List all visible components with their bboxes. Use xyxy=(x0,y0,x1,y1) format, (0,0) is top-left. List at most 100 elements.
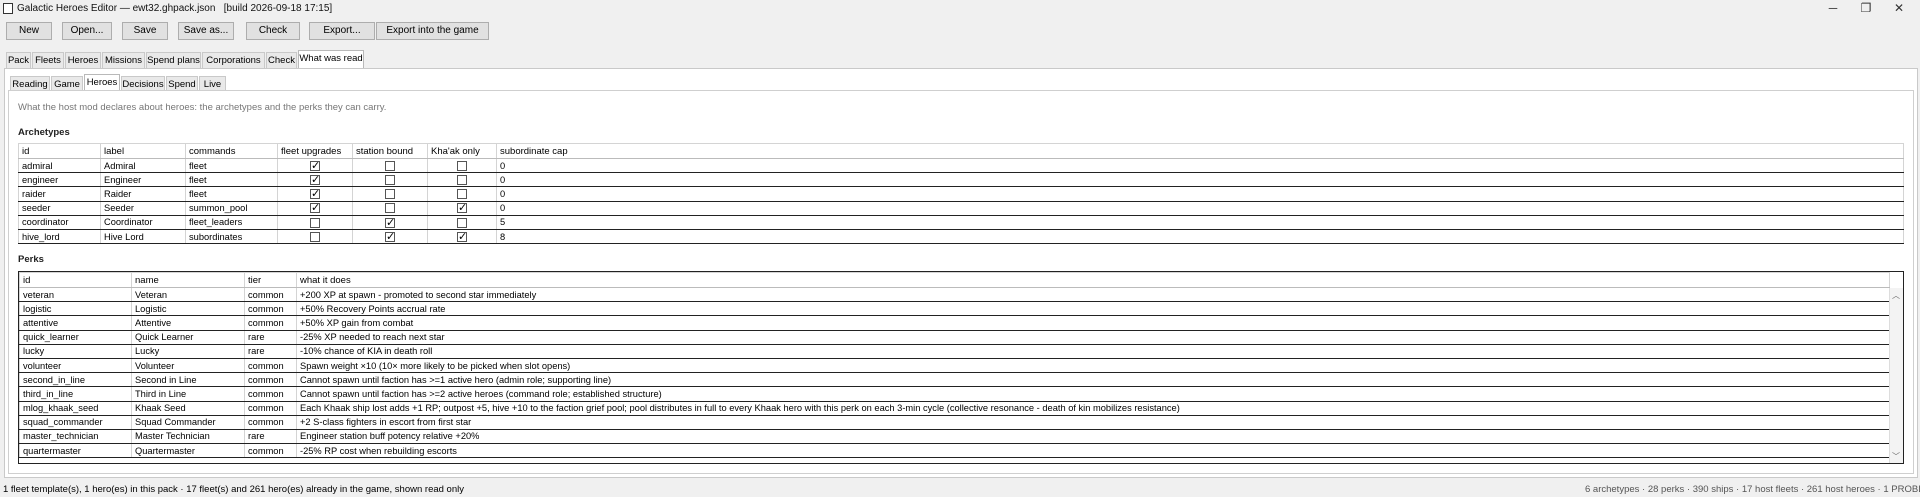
perk-name: Lucky xyxy=(131,344,245,359)
archetype-id: admiral xyxy=(18,158,101,174)
fleet-upgrades-checkbox[interactable] xyxy=(310,187,320,200)
perk-row[interactable]: volunteer Volunteer common Spawn weight ×10… xyxy=(19,358,1890,374)
khaak-only-cell xyxy=(427,229,497,245)
perk-id: master_technician xyxy=(19,429,132,445)
tab-fleets[interactable]: Fleets xyxy=(32,52,64,69)
col-header-perk-name[interactable]: name xyxy=(131,272,245,288)
khaak-only-checkbox[interactable] xyxy=(457,189,467,200)
perk-name: Quick Learner xyxy=(131,330,245,345)
khaak-only-cell xyxy=(427,158,497,174)
archetype-row[interactable]: engineerEngineerfleet 0 xyxy=(18,172,1904,188)
tab-corporations[interactable]: Corporations xyxy=(202,52,265,69)
export-into-game-button[interactable]: Export into the game xyxy=(376,22,489,40)
perk-tier: common xyxy=(244,315,297,331)
perk-name: Volunteer xyxy=(131,358,245,374)
khaak-only-checkbox[interactable] xyxy=(457,175,467,186)
perk-row[interactable]: lucky Lucky rare -10% chance of KIA in deat… xyxy=(19,344,1890,359)
close-button[interactable]: ✕ xyxy=(1883,1,1915,17)
station-bound-checkbox[interactable] xyxy=(385,216,395,228)
fleet-upgrades-cell xyxy=(277,215,353,230)
archetype-row[interactable]: raiderRaiderfleet 0 xyxy=(18,186,1904,202)
station-bound-checkbox[interactable] xyxy=(385,175,395,186)
minimize-button[interactable]: ─ xyxy=(1817,1,1849,17)
col-header-id[interactable]: id xyxy=(18,143,101,159)
new-button[interactable]: New xyxy=(6,22,52,40)
export-button[interactable]: Export... xyxy=(309,22,375,40)
col-header-commands[interactable]: commands xyxy=(185,143,278,159)
perk-row[interactable]: third_in_line Third in Line common Cannot s… xyxy=(19,386,1890,402)
perk-row[interactable]: attentive Attentive common +50% XP gain fro… xyxy=(19,315,1890,331)
archetype-row[interactable]: admiralAdmiralfleet 0 xyxy=(18,158,1904,174)
app-icon xyxy=(3,3,13,14)
scroll-down-arrow-icon[interactable]: ﹀ xyxy=(1892,451,1900,462)
perk-effect: Each Khaak ship lost adds +1 RP; outpost… xyxy=(296,401,1890,416)
perk-row[interactable]: quick_learner Quick Learner rare -25% XP ne… xyxy=(19,330,1890,345)
perks-header-row: id name tier what it does xyxy=(19,272,1890,288)
archetype-row[interactable]: coordinatorCoordinatorfleet_leaders 5 xyxy=(18,215,1904,230)
col-header-subordinate-cap[interactable]: subordinate cap xyxy=(496,143,1904,159)
subordinate-cap: 5 xyxy=(496,215,1904,230)
archetype-commands: summon_pool xyxy=(185,201,278,216)
perk-effect: +2 S-class fighters in escort from first… xyxy=(296,415,1890,430)
col-header-fleet-upgrades[interactable]: fleet upgrades xyxy=(277,143,353,159)
col-header-perk-effect[interactable]: what it does xyxy=(296,272,1890,288)
archetype-commands: fleet xyxy=(185,186,278,202)
tab-pack[interactable]: Pack xyxy=(6,52,31,69)
perk-row[interactable]: second_in_line Second in Line common Cannot… xyxy=(19,372,1890,388)
col-header-label[interactable]: label xyxy=(100,143,186,159)
perk-id: volunteer xyxy=(19,358,132,374)
fleet-upgrades-checkbox[interactable] xyxy=(310,159,320,172)
perk-row[interactable]: master_technician Master Technician rare En… xyxy=(19,429,1890,445)
perk-row[interactable]: quartermaster Quartermaster common -25% RP … xyxy=(19,443,1890,459)
archetype-label: Engineer xyxy=(100,172,186,188)
archetype-row[interactable]: hive_lordHive Lordsubordinates 8 xyxy=(18,229,1904,245)
perk-row[interactable]: veteran Veteran common +200 XP at spawn - p… xyxy=(19,287,1890,303)
perk-name: Quartermaster xyxy=(131,443,245,459)
archetype-commands: fleet xyxy=(185,158,278,174)
khaak-only-checkbox[interactable] xyxy=(457,217,467,228)
fleet-upgrades-checkbox[interactable] xyxy=(310,217,320,228)
tab-check[interactable]: Check xyxy=(266,52,297,69)
station-bound-checkbox[interactable] xyxy=(385,203,395,214)
col-header-perk-tier[interactable]: tier xyxy=(244,272,297,288)
fleet-upgrades-checkbox[interactable] xyxy=(310,201,320,214)
station-bound-checkbox[interactable] xyxy=(385,189,395,200)
fleet-upgrades-cell xyxy=(277,201,353,216)
subordinate-cap: 0 xyxy=(496,172,1904,188)
fleet-upgrades-checkbox[interactable] xyxy=(310,173,320,186)
khaak-only-checkbox[interactable] xyxy=(457,201,467,214)
perks-table-container[interactable]: id name tier what it does veteran Veteran… xyxy=(18,271,1904,464)
perk-tier: common xyxy=(244,443,297,459)
toolbar: New Open... Save Save as... Check Export… xyxy=(0,18,1920,46)
status-bar: 1 fleet template(s), 1 hero(es) in this … xyxy=(0,481,1920,497)
khaak-only-checkbox[interactable] xyxy=(457,160,467,171)
tab-spend-plans[interactable]: Spend plans xyxy=(146,52,201,69)
khaak-only-cell xyxy=(427,215,497,230)
tab-heroes[interactable]: Heroes xyxy=(65,52,101,69)
perk-name: Khaak Seed xyxy=(131,401,245,416)
perk-row[interactable]: logistic Logistic common +50% Recovery Poin… xyxy=(19,301,1890,317)
perk-id: second_in_line xyxy=(19,372,132,388)
col-header-perk-id[interactable]: id xyxy=(19,272,132,288)
save-as-button[interactable]: Save as... xyxy=(178,22,234,40)
col-header-station-bound[interactable]: station bound xyxy=(352,143,428,159)
open-button[interactable]: Open... xyxy=(62,22,112,40)
archetype-label: Hive Lord xyxy=(100,229,186,245)
fleet-upgrades-checkbox[interactable] xyxy=(310,231,320,242)
perk-name: Master Technician xyxy=(131,429,245,445)
station-bound-checkbox[interactable] xyxy=(385,160,395,171)
station-bound-checkbox[interactable] xyxy=(385,230,395,243)
col-header-khaak-only[interactable]: Kha'ak only xyxy=(427,143,497,159)
perk-row[interactable]: mlog_khaak_seed Khaak Seed common Each Khaa… xyxy=(19,401,1890,416)
khaak-only-checkbox[interactable] xyxy=(457,230,467,243)
scroll-up-arrow-icon[interactable]: ︿ xyxy=(1892,290,1900,301)
tab-what-was-read[interactable]: What was read xyxy=(298,50,364,69)
khaak-only-cell xyxy=(427,172,497,188)
perk-row[interactable]: squad_commander Squad Commander common +2 S… xyxy=(19,415,1890,430)
check-button[interactable]: Check xyxy=(246,22,300,40)
archetype-row[interactable]: seederSeedersummon_pool 0 xyxy=(18,201,1904,216)
save-button[interactable]: Save xyxy=(122,22,168,40)
maximize-button[interactable]: ❐ xyxy=(1850,1,1882,17)
tab-missions[interactable]: Missions xyxy=(102,52,145,69)
perks-vertical-scrollbar[interactable]: ︿ ﹀ xyxy=(1889,288,1903,463)
